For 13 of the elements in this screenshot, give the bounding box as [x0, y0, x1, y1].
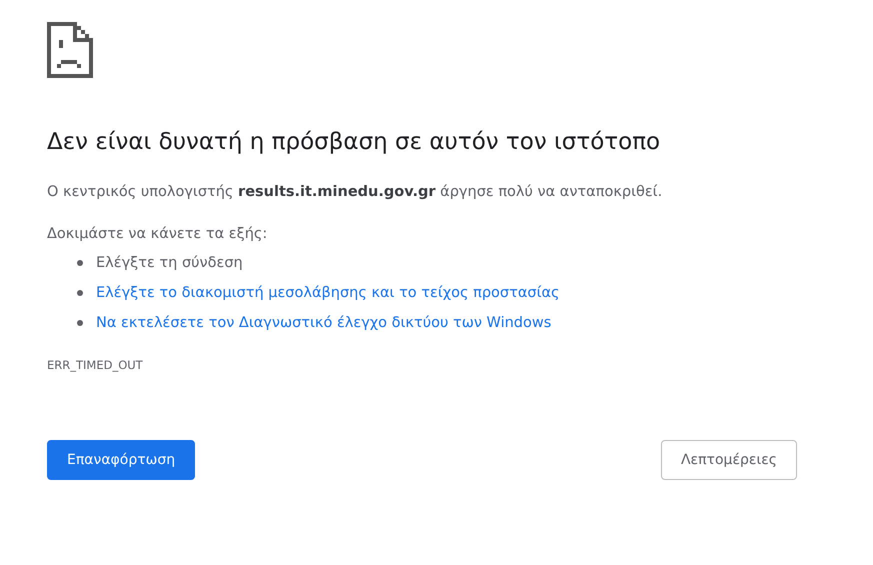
bullet-icon [77, 320, 83, 326]
suggestion-link[interactable]: Να εκτελέσετε τον Διαγνωστικό έλεγχο δικτύου των Windows [96, 315, 552, 332]
error-code: ERR_TIMED_OUT [47, 358, 143, 372]
suggestion-link[interactable]: Ελέγξτε το διακομιστή μεσολάβησης και το τείχος προστασίας [96, 285, 560, 302]
bullet-icon [77, 290, 83, 296]
suggestions-intro: Δοκιμάστε να κάνετε τα εξής: [47, 225, 268, 244]
error-heading: Δεν είναι δυνατή η πρόσβαση σε αυτόν τον ιστότοπο [47, 128, 662, 157]
bullet-icon [77, 260, 83, 266]
error-description: Ο κεντρικός υπολογιστής results.it.minedu.gov.gr άργησε πολύ να ανταποκριθεί. [47, 182, 664, 202]
sad-page-icon [47, 22, 93, 78]
suggestion-text: Ελέγξτε τη σύνδεση [96, 255, 243, 272]
details-button[interactable]: Λεπτομέρειες [660, 440, 797, 480]
reload-button[interactable]: Επαναφόρτωση [47, 440, 196, 480]
